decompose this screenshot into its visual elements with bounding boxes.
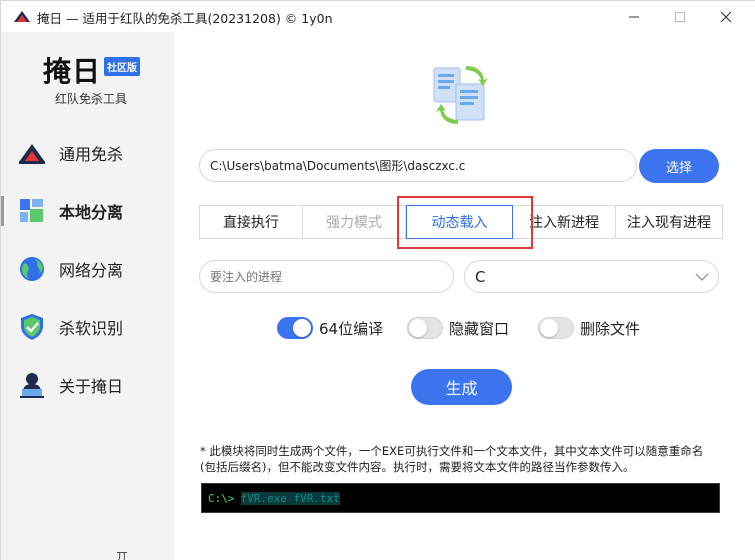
select-file-button[interactable]: 选择: [639, 149, 719, 183]
minimize-icon: [629, 16, 639, 17]
app-logo-icon: [14, 11, 30, 22]
house-shield-icon: [19, 144, 45, 164]
sidebar-item-general-evasion[interactable]: 通用免杀: [1, 130, 174, 176]
split-blocks-icon: [20, 199, 43, 222]
toggle-label: 64位编译: [319, 319, 384, 338]
sidebar-item-network-split[interactable]: 网络分离: [1, 246, 174, 292]
terminal-prompt: C:\>: [208, 491, 235, 505]
note-line-2: (包括后缀名)，但不能改变文件内容。执行时，需要将文本文件的路径当作参数传入。: [200, 460, 635, 474]
sidebar-item-local-split[interactable]: 本地分离: [1, 188, 174, 234]
switch-64bit[interactable]: [277, 317, 313, 339]
logo-title: 掩日: [43, 55, 102, 88]
maximize-icon: [675, 11, 685, 22]
language-select[interactable]: C: [464, 260, 719, 293]
maximize-button[interactable]: [657, 1, 703, 32]
chevron-down-icon: [695, 273, 709, 281]
window-title: 掩日 — 适用于红队的免杀工具(20231208) © 1y0n: [37, 11, 333, 26]
switch-knob: [409, 319, 427, 337]
sidebar-item-label: 杀软识别: [59, 319, 124, 338]
switch-knob: [293, 319, 311, 337]
note-line-1: * 此模块将同时生成两个文件，一个EXE可执行文件和一个文本文件，其中文本文件可…: [200, 444, 704, 458]
tab-inject-existing-process[interactable]: 注入现有进程: [616, 206, 722, 238]
sidebar-item-label: 通用免杀: [59, 145, 124, 164]
tab-power-mode[interactable]: 强力模式: [303, 206, 406, 238]
sidebar-item-label: 关于掩日: [59, 377, 124, 396]
mode-tabs: 直接执行 强力模式 动态载入 注入新进程 注入现有进程: [199, 205, 723, 239]
sidebar-item-about[interactable]: 关于掩日: [1, 362, 174, 408]
close-icon: [720, 11, 732, 22]
globe-icon: [20, 257, 44, 281]
module-note: * 此模块将同时生成两个文件，一个EXE可执行文件和一个文本文件，其中文本文件可…: [200, 443, 730, 475]
sidebar-item-av-detect[interactable]: 杀软识别: [1, 304, 174, 350]
tab-direct-exec[interactable]: 直接执行: [200, 206, 303, 238]
sidebar: 掩日 社区版 红队免杀工具 通用免杀 本地分离 网络分离 杀软识别 关于掩日: [1, 32, 174, 560]
sidebar-item-label: 本地分离: [59, 203, 124, 222]
toggle-delete-file[interactable]: 删除文件: [538, 316, 640, 340]
language-value: C: [475, 267, 486, 286]
switch-delete-file[interactable]: [538, 317, 574, 339]
toggle-label: 删除文件: [580, 319, 641, 338]
command-output[interactable]: C:\> fVR.exe fVR.txt: [201, 483, 720, 513]
edition-badge: 社区版: [104, 57, 140, 76]
minimize-button[interactable]: [611, 1, 657, 32]
switch-hide-window[interactable]: [407, 317, 443, 339]
file-path-input[interactable]: [199, 149, 637, 182]
app-window: 掩日 — 适用于红队的免杀工具(20231208) © 1y0n 掩日 社区版 …: [0, 0, 755, 560]
user-laptop-icon: [20, 373, 44, 398]
switch-knob: [540, 319, 558, 337]
logo-subtitle: 红队免杀工具: [55, 92, 128, 106]
toggle-hide-window[interactable]: 隐藏窗口: [407, 316, 509, 340]
main-panel: 选择 直接执行 强力模式 动态载入 注入新进程 注入现有进程 C 64位编译 隐…: [174, 32, 755, 560]
close-button[interactable]: [703, 1, 749, 32]
generate-button[interactable]: 生成: [411, 369, 512, 405]
tab-dynamic-load[interactable]: 动态载入: [406, 205, 513, 239]
toggle-64bit[interactable]: 64位编译: [277, 316, 383, 340]
title-bar[interactable]: 掩日 — 适用于红队的免杀工具(20231208) © 1y0n: [1, 1, 755, 32]
taskbar-glyph: 丌: [116, 550, 129, 560]
terminal-command[interactable]: fVR.exe fVR.txt: [240, 491, 340, 505]
shield-check-icon: [21, 314, 43, 340]
tab-inject-new-process[interactable]: 注入新进程: [513, 206, 616, 238]
target-process-input[interactable]: [199, 260, 454, 293]
toggle-label: 隐藏窗口: [449, 319, 510, 338]
documents-sync-icon: [433, 66, 488, 124]
sidebar-item-label: 网络分离: [59, 261, 124, 280]
